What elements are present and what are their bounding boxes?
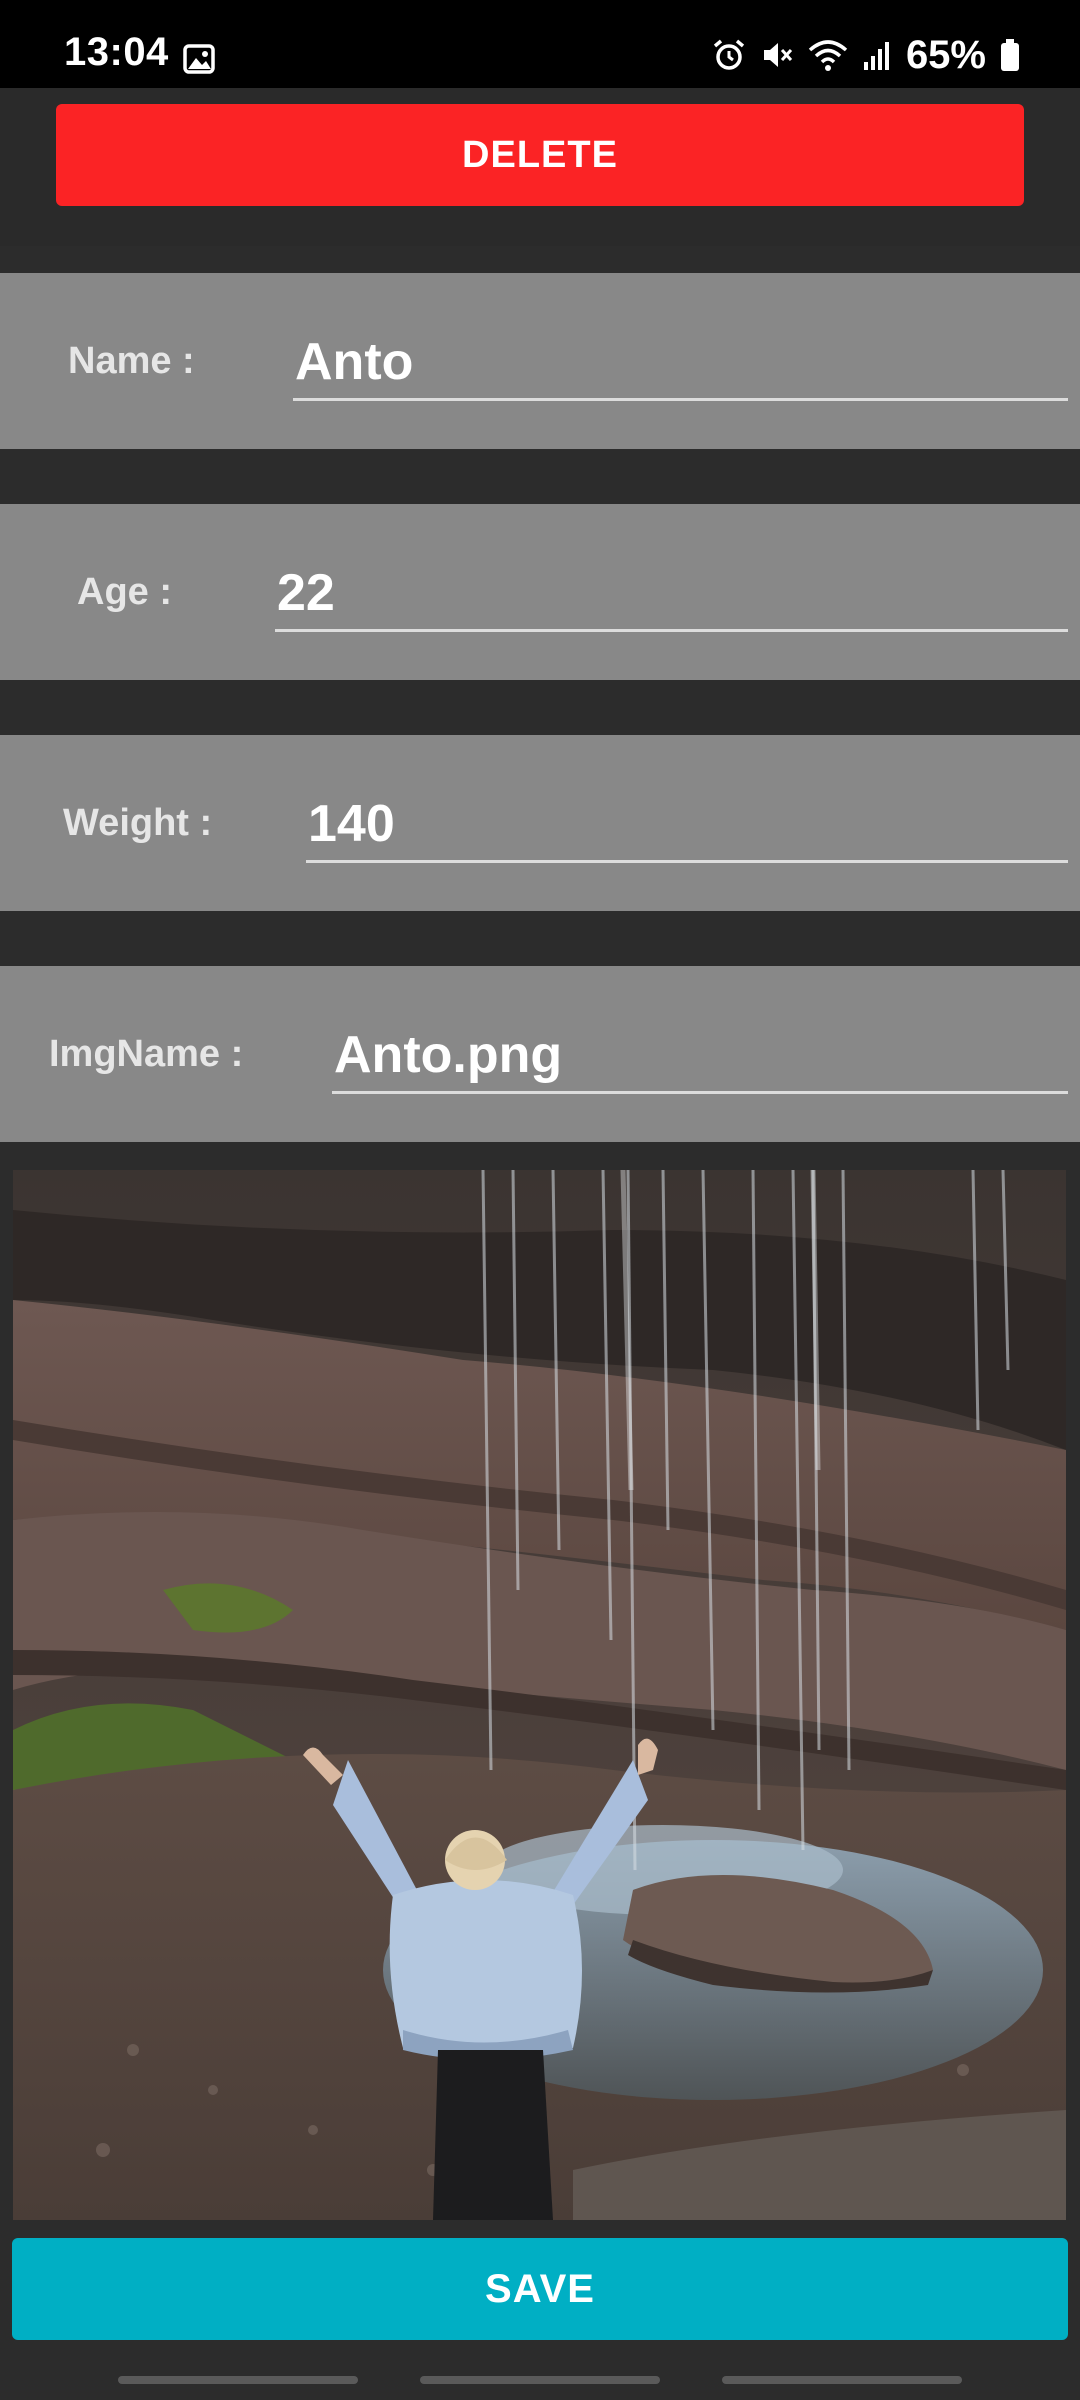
weight-row: Weight : bbox=[0, 735, 1080, 911]
age-label: Age : bbox=[77, 570, 172, 613]
weight-field[interactable] bbox=[306, 787, 1068, 863]
name-label: Name : bbox=[68, 339, 195, 382]
top-action-strip: DELETE bbox=[0, 88, 1080, 246]
save-button[interactable]: SAVE bbox=[12, 2238, 1068, 2340]
battery-icon bbox=[1001, 39, 1019, 71]
nav-home-handle[interactable] bbox=[420, 2376, 660, 2384]
age-row: Age : bbox=[0, 504, 1080, 680]
status-time: 13:04 bbox=[64, 30, 169, 74]
imgname-row: ImgName : bbox=[0, 966, 1080, 1142]
navigation-bar bbox=[0, 2352, 1080, 2400]
imgname-label: ImgName : bbox=[49, 1032, 244, 1075]
mute-icon bbox=[763, 43, 793, 67]
signal-icon bbox=[863, 42, 889, 70]
delete-button[interactable]: DELETE bbox=[56, 104, 1024, 206]
profile-photo bbox=[13, 1170, 1066, 2220]
battery-percent: 65% bbox=[905, 32, 986, 77]
name-field[interactable] bbox=[293, 325, 1068, 401]
age-field[interactable] bbox=[275, 556, 1068, 632]
nav-back-handle[interactable] bbox=[722, 2376, 962, 2384]
wifi-icon bbox=[808, 40, 848, 71]
waterfall-photo-illustration bbox=[13, 1170, 1066, 2220]
weight-label: Weight : bbox=[63, 801, 213, 844]
status-bar: 13:04 65% bbox=[0, 0, 1080, 88]
status-icons: 65% bbox=[712, 30, 1020, 80]
name-row: Name : bbox=[0, 273, 1080, 449]
alarm-icon bbox=[713, 39, 745, 70]
nav-recent-handle[interactable] bbox=[118, 2376, 358, 2384]
gallery-icon bbox=[183, 44, 215, 74]
imgname-field[interactable] bbox=[332, 1018, 1068, 1094]
